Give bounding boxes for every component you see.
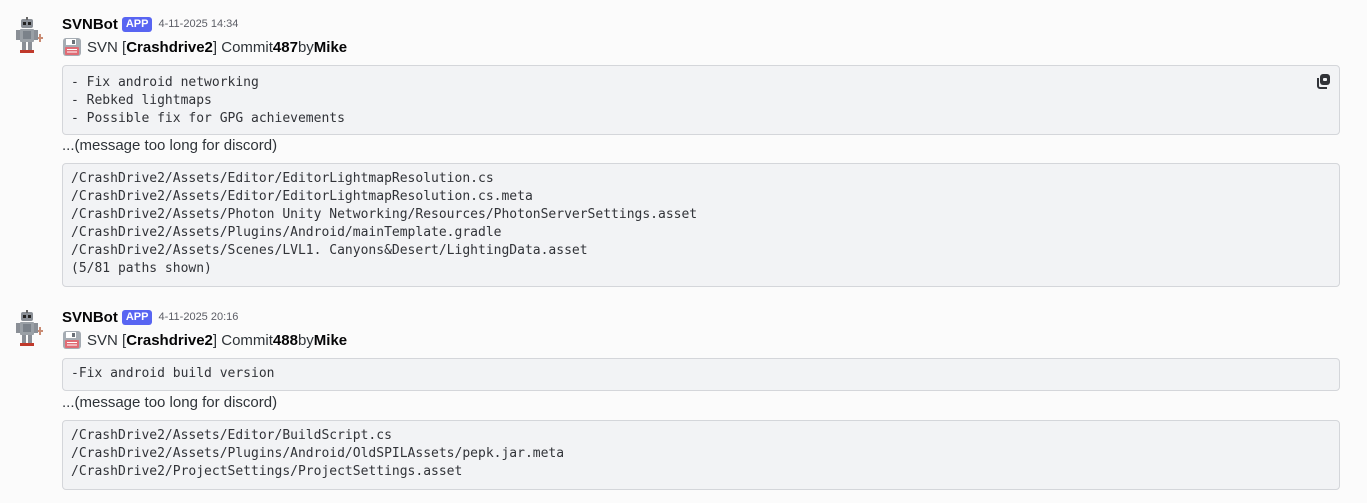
path-line: /CrashDrive2/Assets/Editor/BuildScript.c…	[71, 428, 392, 443]
commit-number: 488	[272, 331, 298, 349]
path-line: /CrashDrive2/Assets/Plugins/Android/OldS…	[71, 446, 565, 461]
paths-block: /CrashDrive2/Assets/Editor/BuildScript.c…	[62, 420, 1340, 490]
message-header: SVNBot APP 4-11-2025 14:34	[62, 14, 1342, 34]
floppy-disk-icon	[63, 331, 81, 349]
paths-count: (5/81 paths shown)	[71, 261, 212, 276]
username[interactable]: SVNBot	[62, 16, 118, 33]
message-1: SVNBot APP 4-11-2025 14:34 SVN [Crashdri…	[0, 14, 1367, 290]
commit-text: ] Commit	[212, 331, 273, 349]
path-line: /CrashDrive2/Assets/Plugins/Android/main…	[71, 225, 502, 240]
commit-author: Mike	[313, 331, 348, 349]
path-line: /CrashDrive2/ProjectSettings/ProjectSett…	[71, 464, 463, 479]
repo-name: Crashdrive2	[126, 38, 213, 56]
commit-log-block: -Fix android build version	[62, 358, 1340, 391]
timestamp[interactable]: 4-11-2025 20:16	[158, 311, 238, 323]
truncation-note: ...(message too long for discord)	[62, 394, 278, 411]
by-text: by	[297, 38, 314, 56]
commit-text: ] Commit	[212, 38, 273, 56]
log-line: - Fix android networking	[71, 75, 259, 90]
message-header: SVNBot APP 4-11-2025 20:16	[62, 307, 1342, 327]
commit-summary: SVN [Crashdrive2] Commit 488 by Mike	[62, 329, 1342, 351]
log-line: -Fix android build version	[71, 366, 275, 381]
path-line: /CrashDrive2/Assets/Editor/EditorLightma…	[71, 189, 533, 204]
truncation-note: ...(message too long for discord)	[62, 137, 278, 154]
username[interactable]: SVNBot	[62, 309, 118, 326]
by-text: by	[297, 331, 314, 349]
timestamp[interactable]: 4-11-2025 14:34	[158, 18, 238, 30]
commit-prefix: SVN [	[87, 38, 127, 56]
path-line: /CrashDrive2/Assets/Editor/EditorLightma…	[71, 171, 494, 186]
path-line: /CrashDrive2/Assets/Photon Unity Network…	[71, 207, 698, 222]
paths-block: /CrashDrive2/Assets/Editor/EditorLightma…	[62, 163, 1340, 287]
log-line: - Possible fix for GPG achievements	[71, 111, 345, 126]
floppy-disk-icon	[63, 38, 81, 56]
commit-number: 487	[272, 38, 298, 56]
message-2: SVNBot APP 4-11-2025 20:16 SVN [Crashdri…	[0, 307, 1367, 493]
log-line: - Rebked lightmaps	[71, 93, 212, 108]
copy-icon[interactable]	[1315, 72, 1333, 90]
commit-log-block: - Fix android networking - Rebked lightm…	[62, 65, 1340, 135]
commit-author: Mike	[313, 38, 348, 56]
robot-avatar-icon[interactable]	[8, 16, 48, 56]
repo-name: Crashdrive2	[126, 331, 213, 349]
commit-summary: SVN [Crashdrive2] Commit 487 by Mike	[62, 36, 1342, 58]
app-badge: APP	[121, 16, 153, 32]
path-line: /CrashDrive2/Assets/Scenes/LVL1. Canyons…	[71, 243, 588, 258]
commit-prefix: SVN [	[87, 331, 127, 349]
robot-avatar-icon[interactable]	[8, 309, 48, 349]
app-badge: APP	[121, 309, 153, 325]
